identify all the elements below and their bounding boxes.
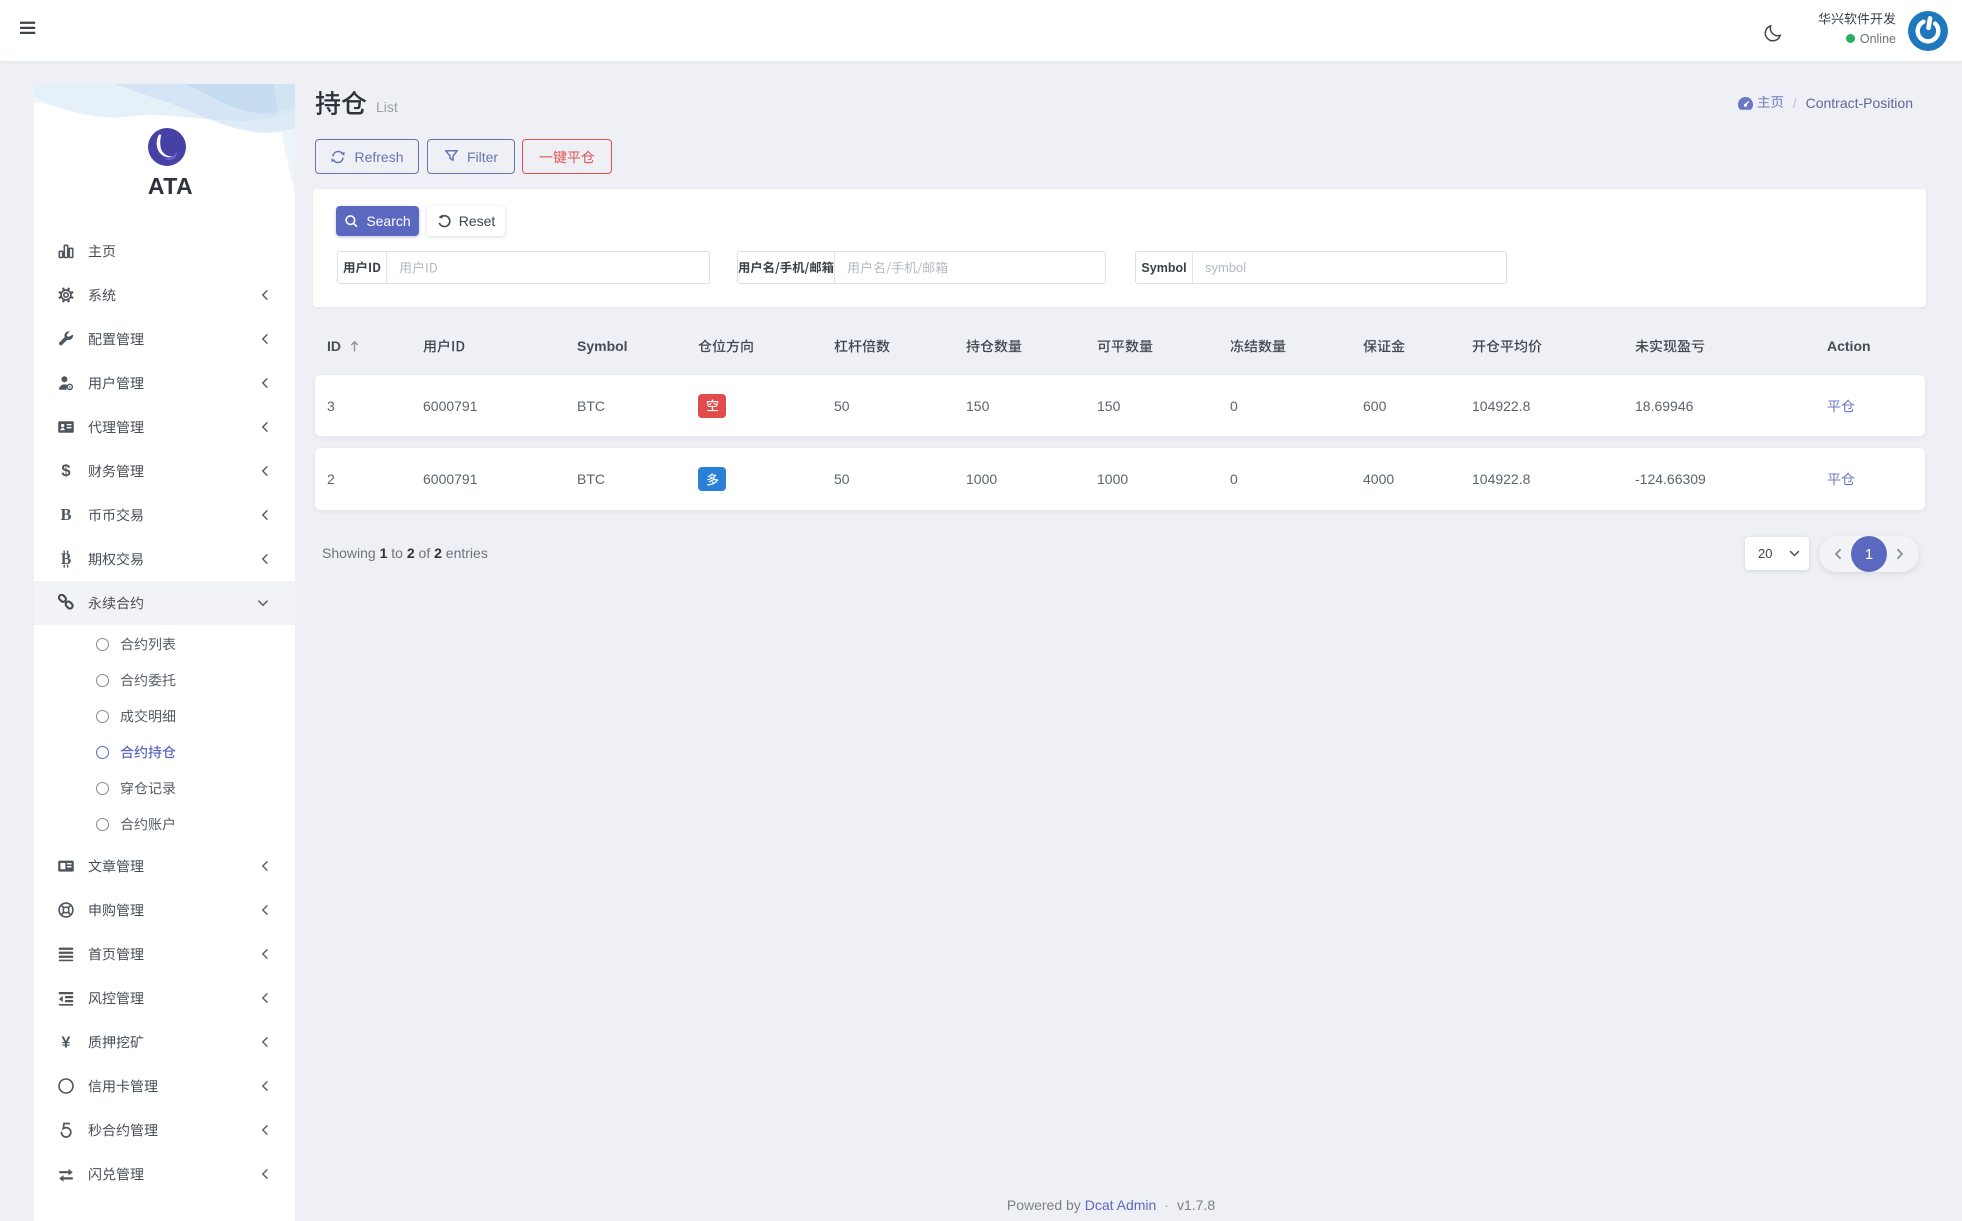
svg-text:B: B [60,506,71,524]
svg-text:B: B [61,551,71,568]
svg-text:¥: ¥ [62,1034,71,1051]
svg-text:$: $ [61,462,70,480]
